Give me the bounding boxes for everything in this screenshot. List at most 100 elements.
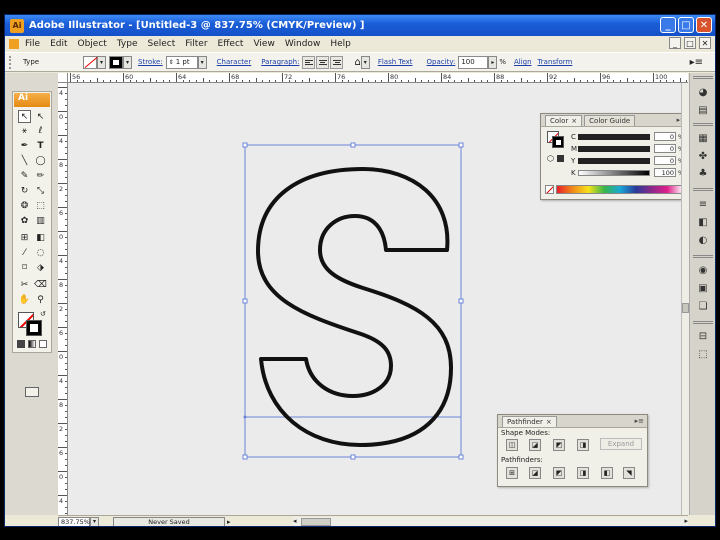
- character-link[interactable]: Character: [217, 58, 252, 66]
- horizontal-scroll-thumb[interactable]: [301, 518, 331, 526]
- eyedropper-tool-icon[interactable]: ⁄: [18, 246, 31, 259]
- line-tool-icon[interactable]: ╲: [18, 154, 31, 167]
- align-left-button[interactable]: [302, 55, 316, 69]
- fill-stroke-swatches[interactable]: ↺: [18, 310, 48, 338]
- layers-panel-icon[interactable]: ❏: [695, 299, 711, 313]
- zoom-field[interactable]: 837.75%: [58, 516, 90, 526]
- trim-button[interactable]: ◪: [529, 467, 541, 479]
- magenta-field[interactable]: 0: [654, 144, 676, 153]
- menu-file[interactable]: File: [25, 39, 40, 49]
- menu-view[interactable]: View: [253, 39, 274, 49]
- bounding-box-handles[interactable]: [242, 142, 464, 460]
- cyan-slider[interactable]: [578, 133, 650, 140]
- type-tool-icon[interactable]: T: [34, 139, 47, 152]
- align-right-button[interactable]: [330, 55, 344, 69]
- horizontal-scrollbar[interactable]: ◂ ▸: [293, 517, 688, 526]
- grip-handle[interactable]: [9, 55, 17, 69]
- warp-tool-icon[interactable]: ❂: [18, 199, 31, 212]
- vertical-scroll-thumb[interactable]: [682, 303, 689, 313]
- out-of-gamut-icon[interactable]: ⬡: [547, 154, 554, 163]
- stroke-link[interactable]: Stroke:: [138, 58, 163, 66]
- paintbrush-tool-icon[interactable]: ✎: [18, 169, 31, 182]
- ellipse-tool-icon[interactable]: ◯: [34, 154, 47, 167]
- slice-tool-icon[interactable]: ✂: [18, 278, 31, 291]
- pencil-tool-icon[interactable]: ✏: [34, 169, 47, 182]
- minus-front-button[interactable]: ◪: [529, 439, 541, 451]
- fill-swatch[interactable]: [83, 55, 97, 69]
- magic-wand-tool-icon[interactable]: ⚹: [18, 124, 31, 137]
- transparency-panel-icon[interactable]: ◐: [695, 233, 711, 247]
- fill-dropdown[interactable]: ▾: [97, 55, 106, 69]
- paragraph-link[interactable]: Paragraph:: [261, 58, 299, 66]
- web-safe-swatch[interactable]: [557, 155, 564, 162]
- symbols-panel-icon[interactable]: ♣: [695, 166, 711, 180]
- envelope-dropdown[interactable]: ▾: [360, 55, 370, 69]
- doc-restore-button[interactable]: □: [684, 37, 696, 49]
- tools-panel-header[interactable]: Ai: [14, 93, 50, 107]
- status-menu-arrow-icon[interactable]: ▸: [227, 518, 231, 526]
- crop-button[interactable]: ◨: [577, 467, 589, 479]
- gradient-mode-icon[interactable]: [28, 340, 36, 348]
- gradient-tool-icon[interactable]: ◧: [34, 231, 47, 244]
- minus-back-button[interactable]: ◥: [623, 467, 635, 479]
- opacity-dropdown[interactable]: ▸: [488, 55, 498, 69]
- color-spectrum-bar[interactable]: [556, 185, 684, 194]
- menu-effect[interactable]: Effect: [218, 39, 244, 49]
- control-bar-options-icon[interactable]: ▸≡: [690, 57, 703, 68]
- pen-tool-icon[interactable]: ✒: [18, 139, 31, 152]
- save-status[interactable]: Never Saved: [113, 516, 225, 526]
- align-link[interactable]: Align: [514, 58, 532, 66]
- lasso-tool-icon[interactable]: ℓ: [34, 124, 47, 137]
- menu-select[interactable]: Select: [147, 39, 175, 49]
- eraser-tool-icon[interactable]: ⌫: [34, 278, 47, 291]
- none-color-swatch[interactable]: [545, 185, 554, 194]
- gradient-panel-icon[interactable]: ◧: [695, 215, 711, 229]
- menu-help[interactable]: Help: [330, 39, 351, 49]
- divide-button[interactable]: ⊞: [506, 467, 518, 479]
- magenta-slider[interactable]: [578, 145, 650, 152]
- opacity-field[interactable]: 100: [458, 55, 489, 69]
- swatches-panel-icon[interactable]: ▦: [695, 131, 711, 145]
- cyan-field[interactable]: 0: [654, 132, 676, 141]
- menu-edit[interactable]: Edit: [50, 39, 67, 49]
- close-pathfinder-tab-icon[interactable]: ×: [546, 418, 552, 426]
- brushes-panel-icon[interactable]: ✤: [695, 149, 711, 163]
- rotate-tool-icon[interactable]: ↻: [18, 184, 31, 197]
- outline-button[interactable]: ◧: [601, 467, 613, 479]
- scroll-left-arrow-icon[interactable]: ◂: [293, 517, 297, 525]
- title-bar[interactable]: Ai Adobe Illustrator - [Untitled-3 @ 837…: [5, 15, 715, 36]
- transform-panel-icon[interactable]: ⬚: [695, 347, 711, 361]
- color-panel-icon[interactable]: ◕: [695, 85, 711, 99]
- stroke-weight-field[interactable]: ⇕ 1 pt: [165, 55, 198, 69]
- unite-button[interactable]: ◫: [506, 439, 518, 451]
- dock-grip[interactable]: [693, 188, 713, 191]
- color-mode-icon[interactable]: [17, 340, 25, 348]
- zoom-dropdown[interactable]: ▾: [90, 516, 99, 526]
- opacity-link[interactable]: Opacity:: [427, 58, 456, 66]
- vertical-ruler[interactable]: 4 0 4 8 2 6 0 4 8 2 6 0 4 8 2 6 0 4: [58, 83, 68, 515]
- zoom-tool-icon[interactable]: ⚲: [34, 293, 47, 306]
- live-paint-tool-icon[interactable]: ⌑: [18, 261, 31, 274]
- yellow-slider[interactable]: [578, 157, 650, 164]
- selection-tool-icon[interactable]: ↖: [18, 110, 31, 123]
- menu-window[interactable]: Window: [285, 39, 321, 49]
- doc-minimize-button[interactable]: _: [669, 37, 681, 49]
- tab-color[interactable]: Color ×: [545, 115, 583, 126]
- stroke-color-dropdown[interactable]: ▾: [123, 55, 132, 69]
- column-graph-tool-icon[interactable]: ▥: [34, 214, 47, 227]
- tab-color-guide[interactable]: Color Guide: [584, 115, 636, 126]
- mesh-tool-icon[interactable]: ⊞: [18, 231, 31, 244]
- live-paint-selection-tool-icon[interactable]: ⬗: [34, 261, 47, 274]
- dock-grip[interactable]: [693, 255, 713, 258]
- dock-grip[interactable]: [693, 321, 713, 324]
- appearance-panel-icon[interactable]: ◉: [695, 263, 711, 277]
- letter-s-outline[interactable]: [256, 167, 453, 447]
- artboard-canvas[interactable]: Color× Color Guide ▸≡ ⬡ C 0 % M 0: [68, 83, 688, 515]
- none-mode-icon[interactable]: [39, 340, 47, 348]
- exclude-button[interactable]: ◨: [577, 439, 589, 451]
- menu-object[interactable]: Object: [78, 39, 107, 49]
- stroke-panel-icon[interactable]: ≡: [695, 197, 711, 211]
- screen-mode-icon[interactable]: [25, 387, 39, 397]
- tab-pathfinder[interactable]: Pathfinder ×: [502, 416, 557, 427]
- flash-text-link[interactable]: Flash Text: [378, 58, 413, 66]
